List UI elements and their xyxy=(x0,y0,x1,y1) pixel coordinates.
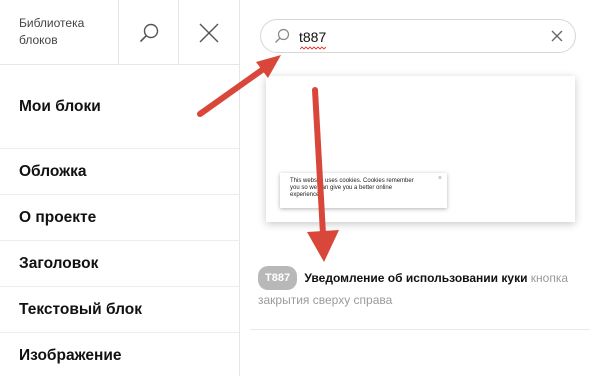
sidebar-search-button[interactable] xyxy=(118,0,178,65)
search-field[interactable] xyxy=(260,19,576,53)
search-result-item[interactable]: T887 Уведомление об использовании куки к… xyxy=(258,266,588,310)
block-code-badge: T887 xyxy=(258,266,298,290)
divider xyxy=(250,329,590,330)
close-icon xyxy=(199,23,218,42)
sidebar-item-image[interactable]: Изображение xyxy=(0,333,240,376)
sidebar-item-heading[interactable]: Заголовок xyxy=(0,241,240,287)
result-line: T887 Уведомление об использовании куки к… xyxy=(258,266,588,310)
search-icon xyxy=(139,23,158,42)
cookie-text-line: experience. xyxy=(290,192,322,198)
sidebar-item-text-block[interactable]: Текстовый блок xyxy=(0,287,240,333)
sidebar: Библиотека блоков Мои блоки Обложка О пр… xyxy=(0,0,240,376)
search-icon xyxy=(275,28,290,43)
sidebar-close-button[interactable] xyxy=(178,0,238,65)
cookie-close-icon: × xyxy=(437,175,442,182)
sidebar-item-cover[interactable]: Обложка xyxy=(0,149,240,195)
spellcheck-underline xyxy=(300,46,326,50)
result-title: Уведомление об использовании куки xyxy=(304,271,528,285)
cookie-notice-preview: × This website uses cookies. Cookies rem… xyxy=(280,173,447,208)
library-title: Библиотека блоков xyxy=(19,16,85,47)
category-list: Мои блоки Обложка О проекте Заголовок Те… xyxy=(0,65,240,376)
cookie-text-line: you so we can give you a better online xyxy=(290,185,393,191)
block-preview[interactable]: × This website uses cookies. Cookies rem… xyxy=(266,76,575,222)
cookie-text-line: This website uses cookies. Cookies remem… xyxy=(290,178,414,184)
sidebar-item-my-blocks[interactable]: Мои блоки xyxy=(0,65,240,149)
sidebar-header: Библиотека блоков xyxy=(0,0,240,65)
search-input[interactable] xyxy=(299,27,539,47)
close-icon[interactable] xyxy=(551,30,563,42)
sidebar-item-about[interactable]: О проекте xyxy=(0,195,240,241)
